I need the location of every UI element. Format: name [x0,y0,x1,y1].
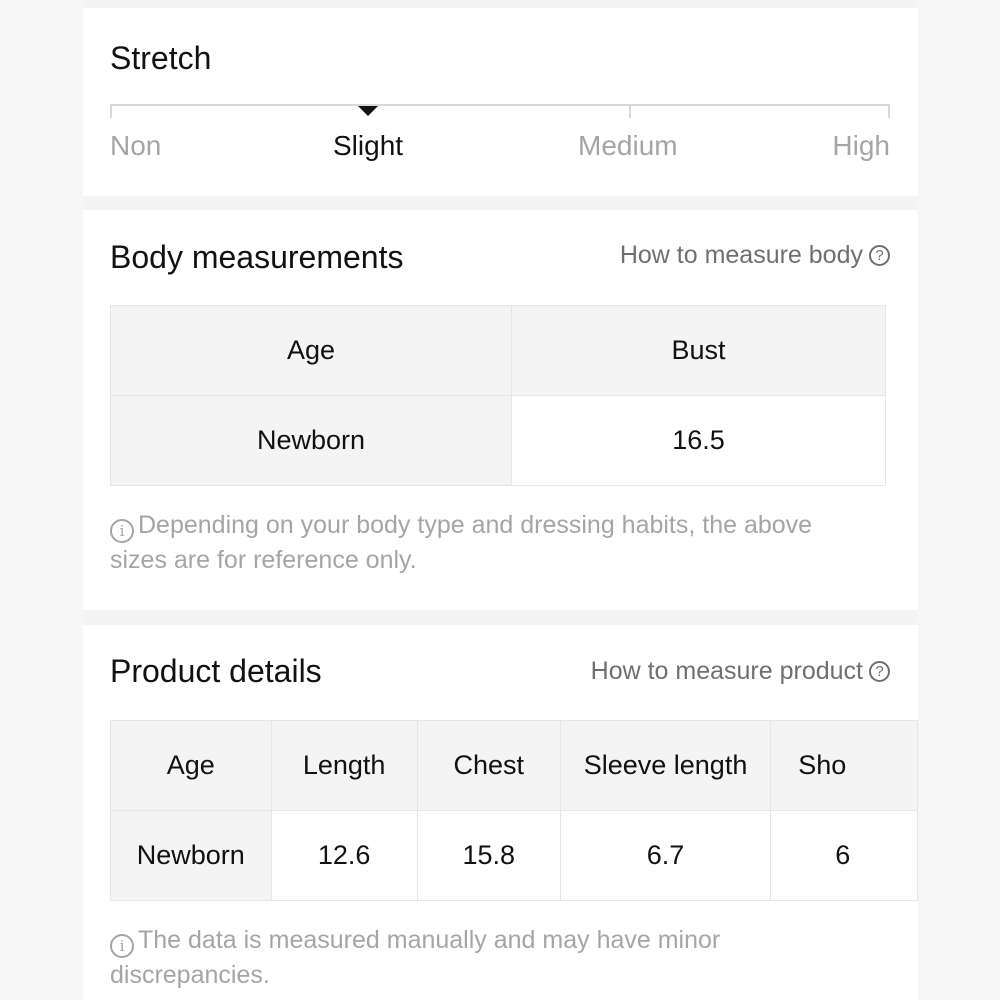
how-to-measure-body-link[interactable]: How to measure body ? [620,241,890,270]
table-header-bust: Bust [511,305,886,396]
page-background-left [0,0,83,1000]
table-cell-age: Newborn [110,395,512,486]
stretch-level-non: Non [110,130,162,161]
table-header-row: Age Bust [110,305,886,396]
table-row: Newborn 16.5 [110,395,886,486]
product-details-note-text: The data is measured manually and may ha… [110,926,721,989]
stretch-pointer-icon [358,106,378,116]
stretch-level-slight: Slight [333,130,404,161]
table-cell-length: 12.6 [270,810,418,901]
table-header-length: Length [270,720,418,811]
stretch-level-medium: Medium [578,130,678,161]
table-cell-chest: 15.8 [416,810,561,901]
body-measurements-note: i Depending on your body type and dressin… [110,508,830,577]
how-to-measure-product-link[interactable]: How to measure product ? [591,657,890,686]
question-circle-icon: ? [869,661,890,682]
product-details-title: Product details [110,653,322,689]
page-background-right [918,0,1000,1000]
question-circle-icon: ? [869,245,890,266]
stretch-title: Stretch [110,40,212,76]
table-cell-shoulder: 6 [770,810,918,901]
stretch-section: Stretch Non Slight Medium High [83,8,918,196]
table-cell-sleeve-length: 6.7 [559,810,772,901]
table-header-row: Age Length Chest Sleeve length Sho [110,720,918,811]
how-to-measure-body-label: How to measure body [619,241,863,269]
stretch-tick [110,104,112,118]
table-row: Newborn 12.6 15.8 6.7 6 [110,810,918,901]
product-details-table[interactable]: Age Length Chest Sleeve length Sho Newbo… [110,720,918,901]
table-cell-age: Newborn [110,810,272,901]
body-measurements-note-text: Depending on your body type and dressing… [110,511,813,574]
body-measurements-title: Body measurements [110,239,404,275]
stretch-level-high: High [832,130,890,161]
info-circle-icon: i [110,934,134,958]
table-header-age: Age [110,720,272,811]
body-measurements-table: Age Bust Newborn 16.5 [110,305,886,486]
table-header-age: Age [110,305,512,396]
stretch-tick [888,104,890,118]
how-to-measure-product-label: How to measure product [590,657,863,685]
info-circle-icon: i [110,519,134,543]
table-header-chest: Chest [416,720,561,811]
product-details-section: Product details How to measure product ?… [83,625,918,1000]
stretch-tick [629,104,631,118]
table-header-sleeve-length: Sleeve length [559,720,772,811]
product-details-note: i The data is measured manually and may h… [110,923,830,992]
table-cell-bust: 16.5 [511,395,886,486]
table-header-shoulder: Sho [770,720,918,811]
stretch-scale [110,104,890,106]
body-measurements-section: Body measurements How to measure body ? … [83,210,918,610]
